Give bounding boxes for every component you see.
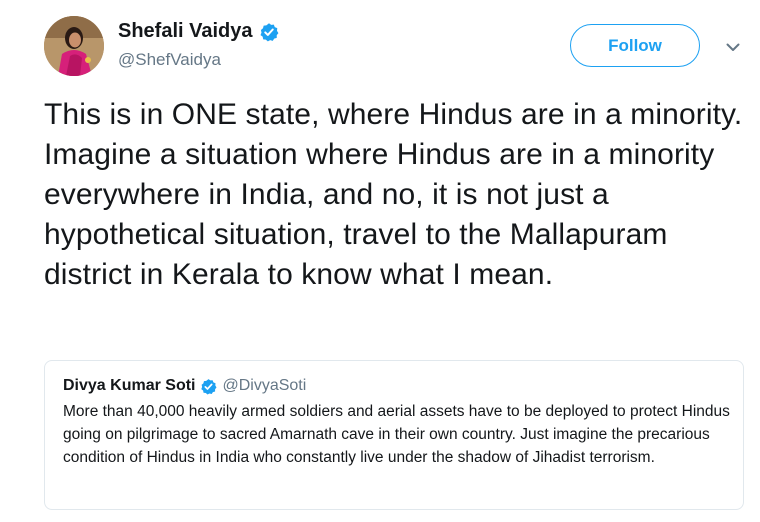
avatar[interactable]: [44, 16, 104, 76]
quoted-author-display-name: Divya Kumar Soti: [63, 377, 196, 394]
author-name-row: Shefali Vaidya: [118, 20, 279, 43]
quoted-tweet-header: Divya Kumar Soti @DivyaSoti: [63, 375, 725, 397]
verified-badge-icon: [200, 378, 217, 395]
quoted-author-handle: @DivyaSoti: [222, 377, 307, 394]
follow-button[interactable]: Follow: [570, 24, 700, 67]
quoted-tweet-text: More than 40,000 heavily armed soldiers …: [63, 403, 730, 466]
tweet-card: Shefali Vaidya @ShefVaidya Follow This i…: [0, 0, 760, 522]
chevron-down-icon[interactable]: [724, 38, 742, 56]
tweet-text: This is in ONE state, where Hindus are i…: [44, 98, 743, 291]
author-handle[interactable]: @ShefVaidya: [118, 50, 221, 70]
avatar-image: [44, 16, 104, 76]
verified-badge-icon: [259, 22, 279, 42]
quoted-tweet[interactable]: Divya Kumar Soti @DivyaSoti More than 40…: [44, 360, 744, 510]
author-display-name[interactable]: Shefali Vaidya: [118, 20, 253, 43]
